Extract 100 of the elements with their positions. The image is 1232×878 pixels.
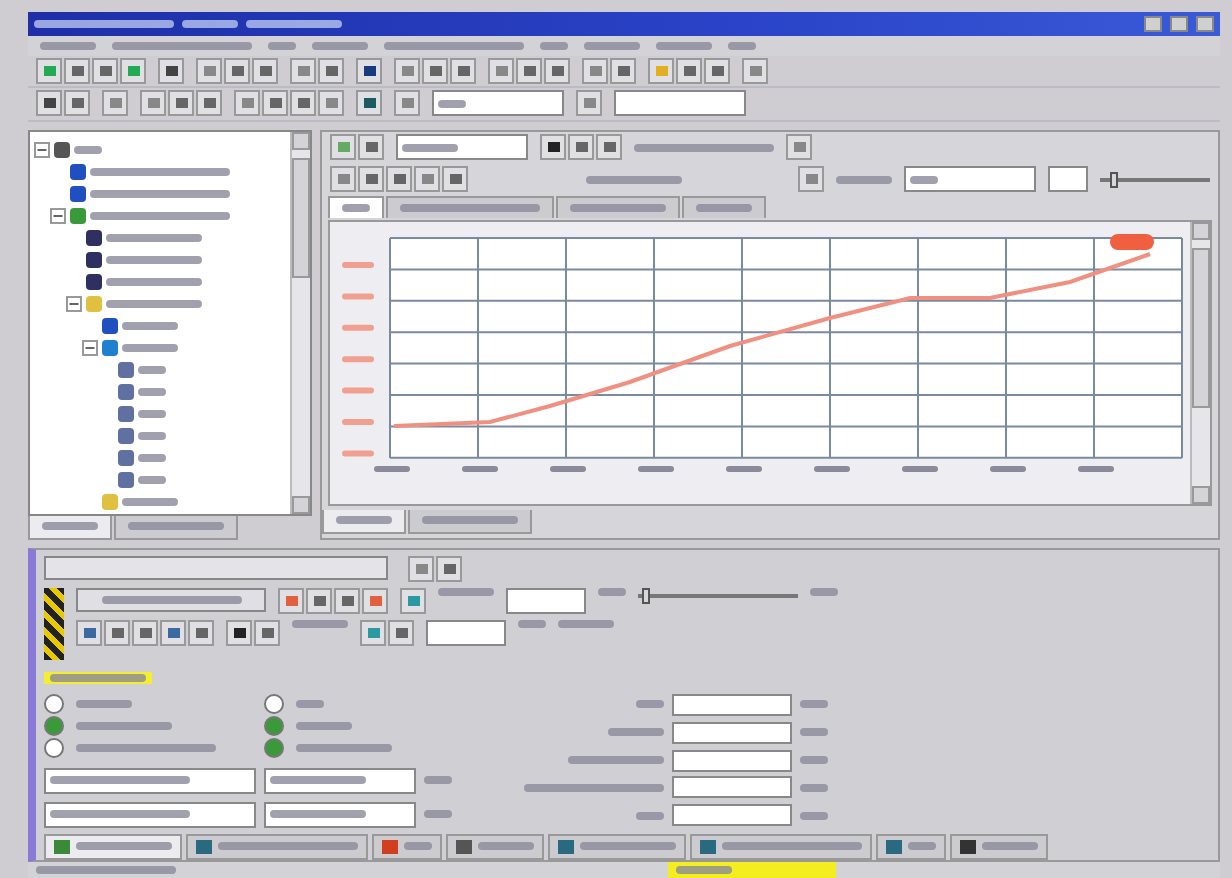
dropdown[interactable] <box>44 555 388 580</box>
axis-label-blur <box>342 323 374 330</box>
slider-thumb[interactable] <box>1109 171 1118 188</box>
trace-tab[interactable] <box>556 195 680 218</box>
tree-node-icon <box>70 186 86 203</box>
task-tab[interactable] <box>446 833 544 860</box>
value-field[interactable] <box>672 776 792 799</box>
value-field[interactable] <box>672 749 792 772</box>
minus-icon[interactable] <box>66 296 82 313</box>
tree-node-icon <box>102 494 118 511</box>
axis-label-blur <box>550 465 586 472</box>
toolbar-button[interactable] <box>356 90 382 117</box>
dropdown[interactable] <box>432 90 564 117</box>
blurred-text <box>636 811 664 820</box>
tree-node-icon <box>86 296 102 313</box>
minus-icon[interactable] <box>82 340 98 357</box>
slider-thumb[interactable] <box>642 587 650 604</box>
dropdown[interactable] <box>1048 166 1088 193</box>
block-icon <box>803 172 819 187</box>
menu-item[interactable] <box>656 41 712 50</box>
trace-tab[interactable] <box>682 195 766 218</box>
toolbar-button[interactable] <box>356 58 382 85</box>
task-tab[interactable] <box>44 833 182 860</box>
blurred-text <box>636 700 664 709</box>
panel-tab[interactable] <box>114 515 238 540</box>
dropdown[interactable] <box>426 619 506 646</box>
block-icon <box>107 96 123 111</box>
tree-node-icon <box>118 406 134 423</box>
minus-icon[interactable] <box>50 208 66 225</box>
task-tab[interactable] <box>950 833 1048 860</box>
blurred-text <box>438 587 494 596</box>
tree-node-icon <box>70 208 86 225</box>
close-button[interactable] <box>1196 15 1214 32</box>
task-tab[interactable] <box>876 833 946 860</box>
block-icon <box>399 96 415 111</box>
task-tab[interactable] <box>186 833 368 860</box>
block-icon <box>886 839 902 854</box>
block-icon <box>960 839 976 854</box>
menu-item[interactable] <box>40 41 96 50</box>
minus-icon[interactable] <box>34 142 50 159</box>
axis-label-blur <box>342 449 374 456</box>
dropdown[interactable] <box>396 134 528 161</box>
value-field[interactable] <box>264 801 416 828</box>
menu-item[interactable] <box>584 41 640 50</box>
value-field[interactable] <box>264 767 416 794</box>
tree-node-icon <box>70 164 86 181</box>
block-icon <box>581 96 597 111</box>
block-icon <box>382 839 398 854</box>
scrollbar[interactable] <box>1190 221 1210 504</box>
dropdown[interactable] <box>614 90 746 117</box>
blurred-text <box>800 811 828 820</box>
trace-tab[interactable] <box>386 195 554 218</box>
blurred-text <box>800 756 828 765</box>
value-field[interactable] <box>672 721 792 744</box>
minimize-button[interactable] <box>1144 15 1162 32</box>
value-field[interactable] <box>672 693 792 716</box>
blurred-text <box>518 619 546 628</box>
blurred-text <box>634 143 774 152</box>
dropdown[interactable] <box>44 767 256 794</box>
slider-track <box>1100 177 1210 182</box>
panel-tab[interactable] <box>28 515 112 540</box>
maximize-button[interactable] <box>1170 15 1188 32</box>
axis-label-blur <box>990 465 1026 472</box>
axis-label-blur <box>1078 465 1114 472</box>
blurred-text <box>585 175 681 184</box>
block-icon <box>163 64 179 79</box>
trace-tab[interactable] <box>328 195 384 218</box>
view-tab[interactable] <box>408 509 532 534</box>
blurred-text <box>424 776 452 785</box>
scrollbar[interactable] <box>290 131 310 514</box>
axis-label-blur <box>902 465 938 472</box>
tree-node-icon <box>102 340 118 357</box>
toolbar-button[interactable] <box>226 619 252 646</box>
menu-item[interactable] <box>268 41 296 50</box>
blurred-text <box>598 587 626 596</box>
blurred-text <box>558 619 614 628</box>
dropdown[interactable] <box>44 801 256 828</box>
blurred-text <box>568 756 664 765</box>
toolbar-button[interactable] <box>158 58 184 85</box>
dropdown[interactable] <box>506 587 586 614</box>
toolbar-button[interactable] <box>540 134 566 161</box>
menu-item[interactable] <box>540 41 568 50</box>
axis-label-blur <box>342 261 374 268</box>
task-tab[interactable] <box>690 833 872 860</box>
tree-node-icon <box>86 230 102 247</box>
task-tab[interactable] <box>548 833 686 860</box>
axis-label-blur <box>342 292 374 299</box>
tree-node-icon <box>118 384 134 401</box>
menu-item[interactable] <box>728 41 756 50</box>
blurred-text <box>800 728 828 737</box>
toolbar-button[interactable] <box>36 90 62 117</box>
cursor-marker[interactable] <box>1110 233 1154 250</box>
view-tab[interactable] <box>322 509 406 534</box>
axis-label-blur <box>342 386 374 393</box>
value-field[interactable] <box>672 804 792 827</box>
blurred-text <box>608 728 664 737</box>
axis-label-blur <box>374 465 410 472</box>
blurred-text <box>524 783 664 792</box>
highlighted-label <box>44 671 152 684</box>
dropdown[interactable] <box>904 166 1036 193</box>
